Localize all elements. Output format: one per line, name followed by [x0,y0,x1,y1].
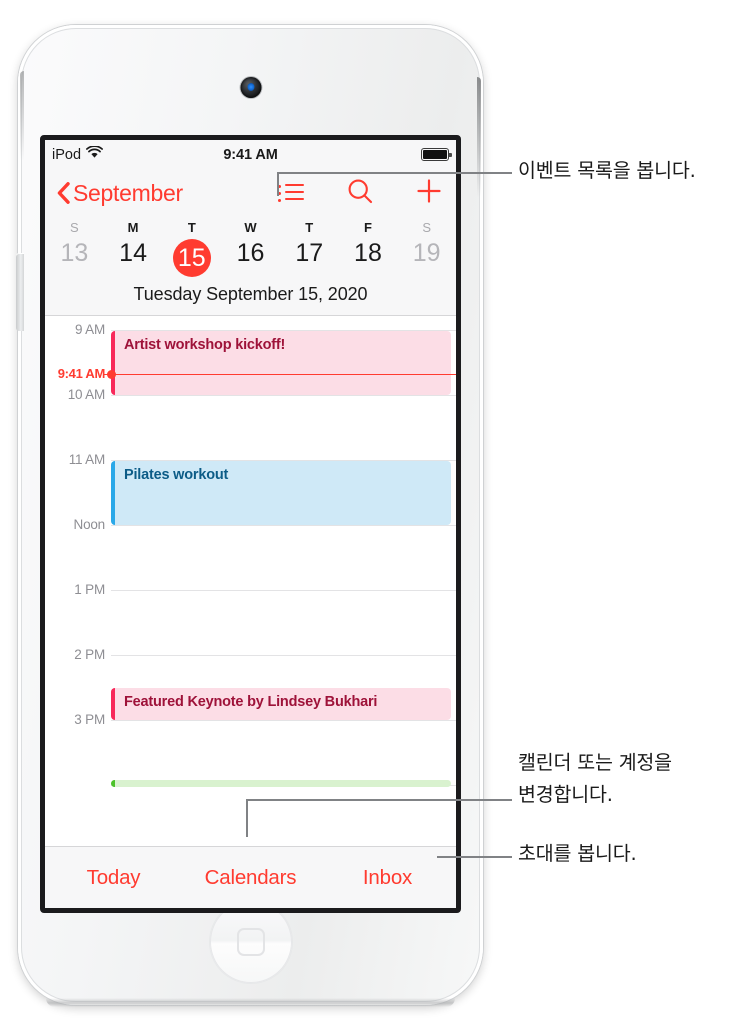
status-time: 9:41 AM [223,146,278,163]
status-bar: iPod 9:41 AM [45,140,456,169]
dow-label-0: S [70,220,79,235]
device-edge-highlight-right [477,77,481,197]
hour-label-9am: 9 AM [75,322,105,337]
selected-full-date: Tuesday September 15, 2020 [133,284,368,304]
event-artist-workshop[interactable]: Artist workshop kickoff! [111,331,451,395]
dow-label-1: M [127,220,139,235]
event-color-bar [111,461,115,525]
current-time-line [111,373,456,376]
dow-label-5: F [363,220,372,235]
date-cell-14[interactable]: 14 [104,239,163,280]
hour-label-1pm: 1 PM [74,582,105,597]
list-callout-leader-vertical [277,172,279,196]
home-button-square [236,928,265,956]
device-bottom-shadow [46,998,455,1007]
calendars-callout-leader-vertical [246,799,248,837]
tab-bar: Today Calendars Inbox [45,846,456,908]
hour-label-10am: 10 AM [67,387,105,402]
day-timeline-grid[interactable]: 9 AM 10 AM 11 AM Noon 1 PM 2 PM 3 PM Art… [45,316,456,814]
hour-label-2pm: 2 PM [74,647,105,662]
list-callout-text: 이벤트 목록을 봅니다. [518,159,696,182]
camera-icon [240,77,261,98]
device-screen: iPod 9:41 AM September S M T W T F S 13 … [40,135,461,913]
calendars-callout-line1: 캘린더 또는 계정을 [518,751,672,774]
event-color-bar [111,780,115,787]
battery-full-icon [421,148,452,161]
calendars-callout-leader-horizontal [246,799,512,801]
hour-line-10am [111,395,456,396]
date-cell-13[interactable]: 13 [45,239,104,280]
date-cell-17[interactable]: 17 [280,239,339,280]
dow-label-3: W [244,220,257,235]
volume-button[interactable] [16,253,24,331]
event-color-bar [111,331,115,395]
dow-label-2: T [187,220,196,235]
date-cell-15[interactable]: 15 [162,239,221,280]
device-edge-highlight-left [20,71,24,161]
hour-line-2pm [111,655,456,656]
dow-label-4: T [305,220,314,235]
inbox-callout-text: 초대를 봅니다. [518,842,637,865]
date-cell-16[interactable]: 16 [221,239,280,280]
home-button-icon[interactable] [209,901,292,983]
event-featured-keynote[interactable]: Featured Keynote by Lindsey Bukhari [111,688,451,720]
date-cell-19[interactable]: 19 [397,239,456,280]
search-icon [346,177,374,210]
hour-line-noon [111,525,456,526]
inbox-callout-leader [437,856,512,858]
current-time-label: 9:41 AM [57,366,106,381]
back-button-label: September [73,179,183,206]
tab-calendars[interactable]: Calendars [182,866,319,890]
chevron-left-icon [57,182,70,204]
back-button-september[interactable]: September [57,180,183,207]
selected-date-pill: 15 [172,239,211,277]
event-pilates-workout[interactable]: Pilates workout [111,461,451,525]
calendars-callout-line2: 변경합니다. [518,783,613,806]
hour-label-3pm: 3 PM [74,712,105,727]
hour-label-noon: Noon [73,517,106,532]
list-callout-leader-horizontal [277,172,512,174]
hour-line-3pm [111,720,456,721]
plus-icon [415,177,443,210]
tab-today[interactable]: Today [45,866,182,890]
screenshot-root: iPod 9:41 AM September S M T W T F S 13 … [0,0,747,1032]
hour-label-11am: 11 AM [68,452,105,467]
date-row: 13 14 15 16 17 18 19 [45,239,456,280]
event-title: Pilates workout [124,467,229,483]
search-button[interactable] [345,178,375,208]
navigation-bar: September [45,169,456,217]
event-title: Artist workshop kickoff! [124,337,286,353]
event-title: Featured Keynote by Lindsey Bukhari [124,694,378,710]
list-view-button[interactable] [276,178,306,208]
date-cell-18[interactable]: 18 [339,239,398,280]
list-icon [278,183,304,204]
tab-inbox[interactable]: Inbox [319,866,456,890]
event-green-partial[interactable] [111,780,451,787]
event-color-bar [111,688,115,720]
add-event-button[interactable] [414,178,444,208]
day-of-week-row: S M T W T F S [45,218,456,239]
hour-line-1pm [111,590,456,591]
dow-label-6: S [422,220,431,235]
week-strip: S M T W T F S 13 14 15 16 17 18 19 Tuesd… [45,217,456,316]
